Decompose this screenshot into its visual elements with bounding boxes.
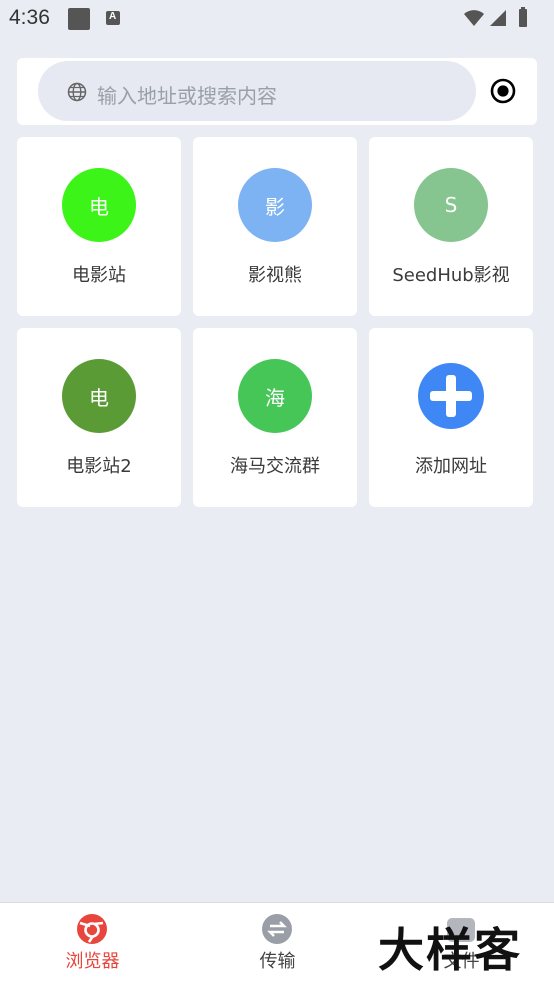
tile-label: 影视熊	[248, 265, 302, 286]
tile-avatar: 影	[238, 168, 312, 242]
tile-seedhub[interactable]: S SeedHub影视	[369, 137, 533, 316]
tile-label: 电影站2	[66, 456, 132, 477]
search-input[interactable]: 输入地址或搜索内容	[38, 61, 476, 121]
tile-label: 电影站	[72, 265, 126, 286]
notification-a-icon	[106, 11, 120, 25]
tile-haima-group[interactable]: 海 海马交流群	[193, 328, 357, 507]
nav-item-transfer[interactable]: 传输	[185, 903, 370, 985]
search-placeholder: 输入地址或搜索内容	[97, 84, 277, 108]
tile-avatar: S	[414, 168, 488, 242]
status-time: 4:36	[9, 6, 50, 29]
tile-avatar: 海	[238, 359, 312, 433]
browser-icon	[76, 913, 108, 949]
transfer-icon	[261, 913, 293, 949]
wifi-icon	[464, 10, 484, 26]
tile-yingshixiong[interactable]: 影 影视熊	[193, 137, 357, 316]
tile-label: 添加网址	[415, 456, 487, 477]
notification-square-icon	[68, 8, 90, 30]
nav-label-transfer: 传输	[259, 951, 296, 972]
nav-label-browser: 浏览器	[65, 951, 120, 972]
tile-label: SeedHub影视	[392, 265, 510, 286]
battery-icon	[519, 9, 527, 27]
tile-label: 海马交流群	[230, 456, 320, 477]
add-icon	[418, 363, 484, 429]
tile-dianyingzhan[interactable]: 电 电影站	[17, 137, 181, 316]
nav-item-browser[interactable]: 浏览器	[0, 903, 185, 985]
record-icon[interactable]	[489, 77, 517, 109]
status-icons	[464, 6, 548, 36]
tile-avatar: 电	[62, 168, 136, 242]
tile-add-url[interactable]: 添加网址	[369, 328, 533, 507]
status-bar: 4:36	[0, 0, 554, 38]
signal-icon	[490, 10, 506, 26]
tile-avatar: 电	[62, 359, 136, 433]
watermark: 大样客	[378, 923, 522, 977]
tile-dianyingzhan2[interactable]: 电 电影站2	[17, 328, 181, 507]
globe-icon	[67, 82, 87, 106]
search-card: 输入地址或搜索内容	[17, 58, 537, 125]
